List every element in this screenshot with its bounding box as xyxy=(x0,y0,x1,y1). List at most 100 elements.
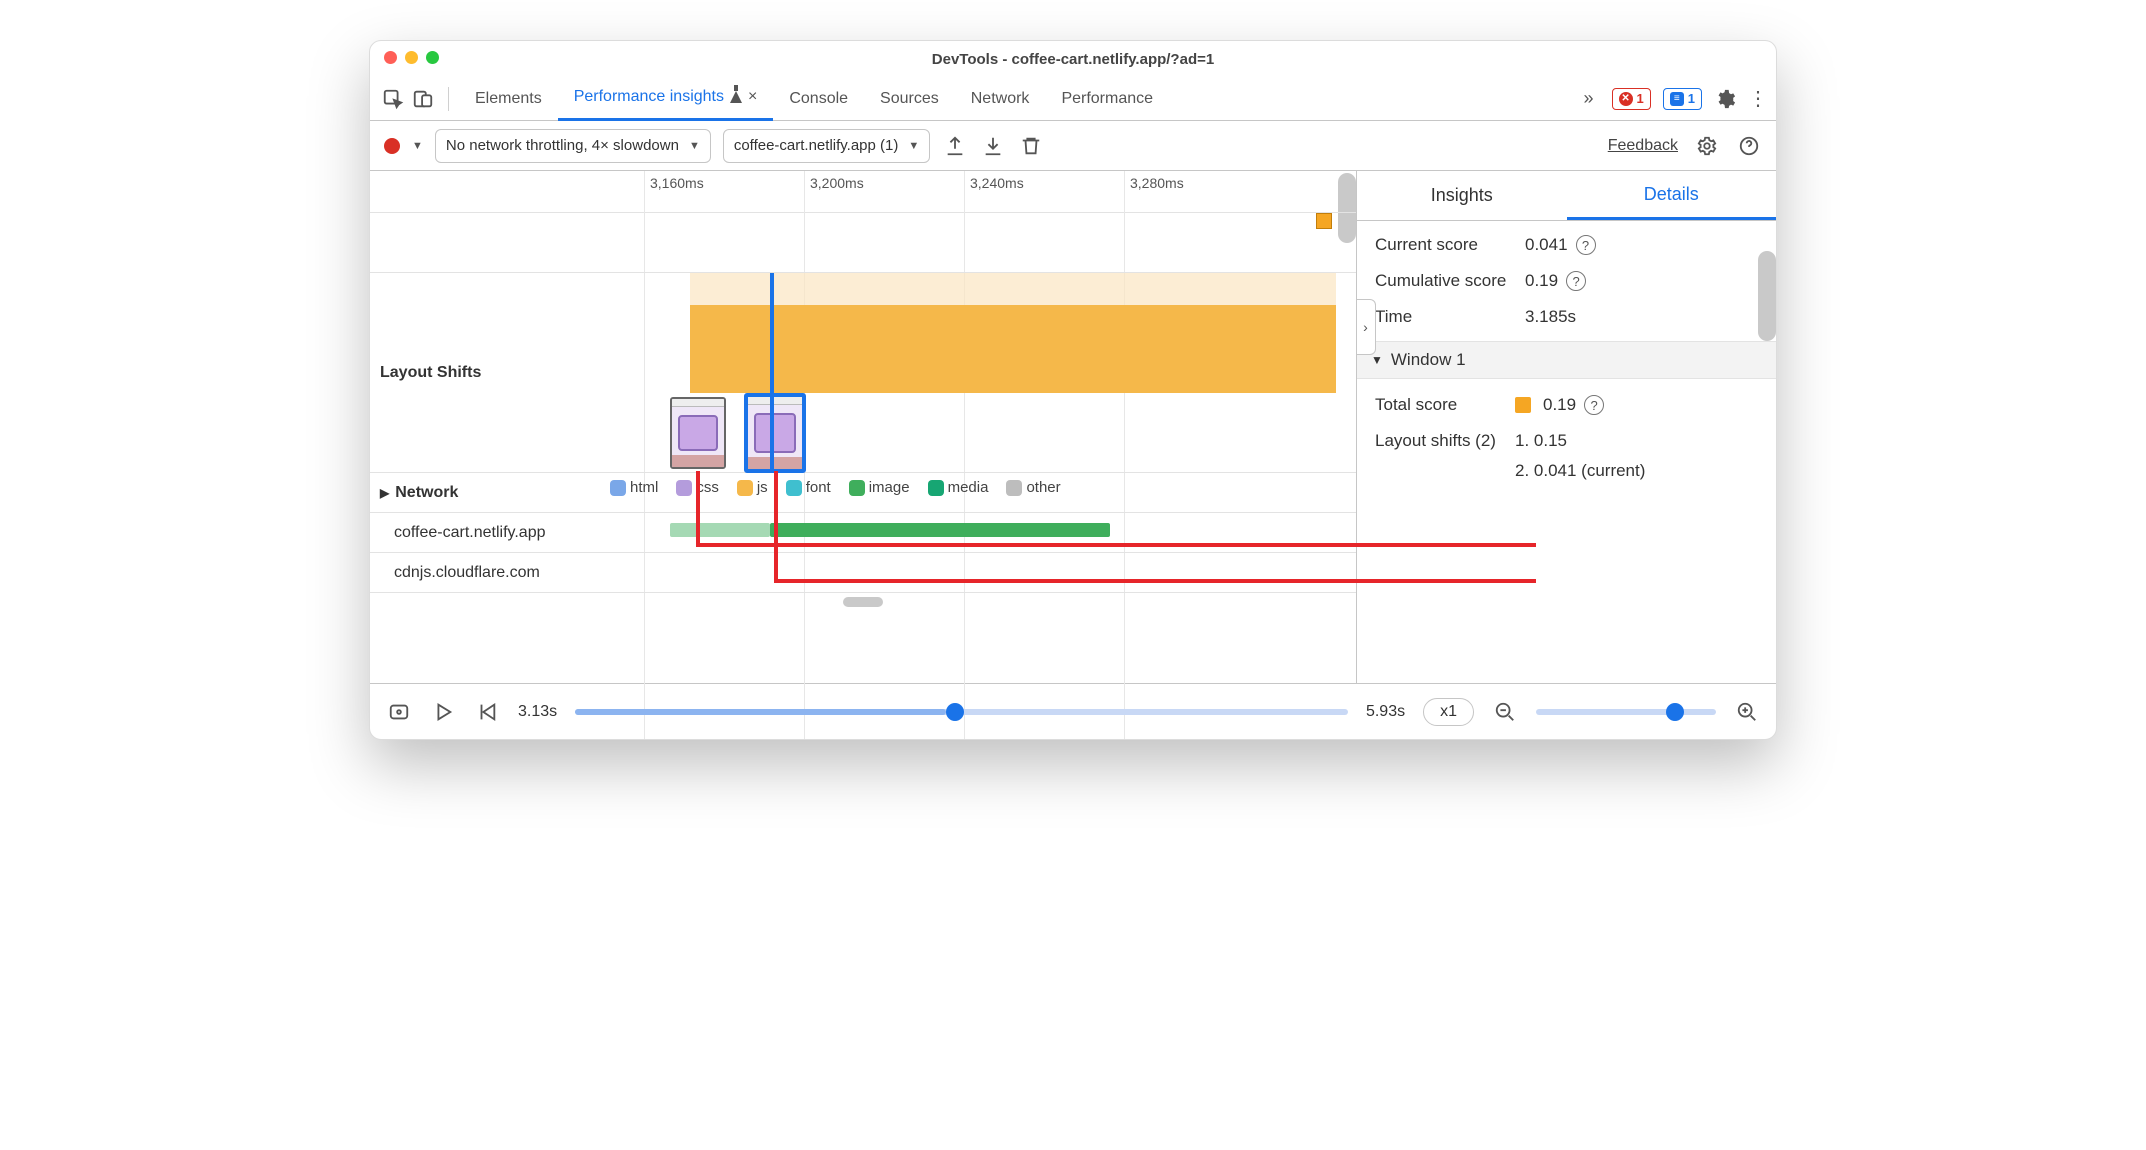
zoom-in-icon[interactable] xyxy=(1734,699,1760,725)
close-window-button[interactable] xyxy=(384,51,397,64)
help-icon[interactable] xyxy=(1736,133,1762,159)
annotation-line xyxy=(696,543,1536,547)
errors-badge[interactable]: ✕1 xyxy=(1612,88,1651,110)
more-tabs-icon[interactable]: » xyxy=(1578,88,1600,109)
current-score-value: 0.041 xyxy=(1525,235,1568,255)
legend-swatch-image xyxy=(849,480,865,496)
network-bar[interactable] xyxy=(670,523,770,537)
inspect-element-icon[interactable] xyxy=(378,88,408,110)
playback-end-time: 5.93s xyxy=(1366,703,1405,721)
network-legend: html css js font image media other xyxy=(610,473,1356,502)
tab-insights[interactable]: Insights xyxy=(1357,171,1567,220)
panel-settings-icon[interactable] xyxy=(1694,133,1720,159)
separator xyxy=(448,87,449,111)
window-section-body: Total score 0.19? Layout shifts (2) 1. 0… xyxy=(1357,379,1776,497)
time-value: 3.185s xyxy=(1525,307,1576,327)
delete-icon[interactable] xyxy=(1018,133,1044,159)
legend-swatch-font xyxy=(786,480,802,496)
expand-sidebar-button[interactable]: › xyxy=(1356,299,1376,355)
layout-shifts-track[interactable] xyxy=(610,273,1356,472)
vertical-scrollbar[interactable] xyxy=(1758,251,1776,341)
timeline-pane: 3,160ms 3,200ms 3,240ms 3,280ms Layout S… xyxy=(370,171,1356,683)
expand-icon[interactable]: ▶ xyxy=(380,486,389,500)
annotation-line xyxy=(696,471,700,547)
current-score-label: Current score xyxy=(1375,235,1525,255)
layout-shifts-label: Layout Shifts xyxy=(370,273,610,472)
close-tab-icon[interactable]: × xyxy=(748,88,757,106)
total-score-label: Total score xyxy=(1375,395,1515,415)
cumulative-score-value: 0.19 xyxy=(1525,271,1558,291)
network-header-row: ▶ Network html css js font image media ot… xyxy=(370,473,1356,513)
timeline-row xyxy=(370,213,1356,273)
settings-gear-icon[interactable] xyxy=(1714,88,1736,110)
performance-toolbar: ▼ No network throttling, 4× slowdown▼ co… xyxy=(370,121,1776,171)
record-options-icon[interactable]: ▼ xyxy=(412,140,423,152)
window-controls xyxy=(384,51,439,64)
experiment-icon xyxy=(730,91,742,103)
play-button[interactable] xyxy=(430,699,456,725)
chevron-down-icon: ▼ xyxy=(908,140,919,152)
minimize-window-button[interactable] xyxy=(405,51,418,64)
cumulative-score-label: Cumulative score xyxy=(1375,271,1525,291)
kebab-menu-icon[interactable]: ⋮ xyxy=(1748,86,1768,111)
issues-badge[interactable]: ≡1 xyxy=(1663,88,1702,110)
zoom-out-icon[interactable] xyxy=(1492,699,1518,725)
chevron-down-icon: ▼ xyxy=(689,140,700,152)
annotation-line xyxy=(774,579,1536,583)
tab-details[interactable]: Details xyxy=(1567,171,1777,220)
export-icon[interactable] xyxy=(942,133,968,159)
layout-shifts-row: Layout Shifts xyxy=(370,273,1356,473)
window-section-header[interactable]: ▼ Window 1 xyxy=(1357,341,1776,379)
playback-speed[interactable]: x1 xyxy=(1423,698,1474,726)
tab-performance[interactable]: Performance xyxy=(1045,77,1169,121)
playback-start-time: 3.13s xyxy=(518,703,557,721)
legend-swatch-html xyxy=(610,480,626,496)
cls-window-band xyxy=(690,273,1336,393)
time-ruler[interactable]: 3,160ms 3,200ms 3,240ms 3,280ms xyxy=(370,171,1356,213)
network-request-row[interactable]: cdnjs.cloudflare.com xyxy=(370,553,1356,593)
details-tabs: Insights Details xyxy=(1357,171,1776,221)
devtools-tabbar: Elements Performance insights × Console … xyxy=(370,77,1776,121)
import-icon[interactable] xyxy=(980,133,1006,159)
network-request-row[interactable]: coffee-cart.netlify.app xyxy=(370,513,1356,553)
network-bar[interactable] xyxy=(770,523,1110,537)
legend-swatch-media xyxy=(928,480,944,496)
chevron-down-icon: ▼ xyxy=(1371,353,1383,367)
titlebar: DevTools - coffee-cart.netlify.app/?ad=1 xyxy=(370,41,1776,77)
network-host: coffee-cart.netlify.app xyxy=(370,513,610,552)
network-host: cdnjs.cloudflare.com xyxy=(370,553,610,592)
preview-icon[interactable] xyxy=(386,699,412,725)
record-button[interactable] xyxy=(384,138,400,154)
layout-shift-item[interactable]: 2. 0.041 (current) xyxy=(1515,461,1645,481)
skip-back-button[interactable] xyxy=(474,699,500,725)
window-title: DevTools - coffee-cart.netlify.app/?ad=1 xyxy=(932,51,1214,68)
device-toolbar-icon[interactable] xyxy=(408,88,438,110)
feedback-link[interactable]: Feedback xyxy=(1608,137,1678,155)
playback-footer: 3.13s 5.93s x1 xyxy=(370,683,1776,739)
legend-swatch-other xyxy=(1006,480,1022,496)
horizontal-scrollbar[interactable] xyxy=(370,593,1356,611)
throttling-select[interactable]: No network throttling, 4× slowdown▼ xyxy=(435,129,711,163)
total-score-value: 0.19 xyxy=(1543,395,1576,415)
zoom-slider[interactable] xyxy=(1536,709,1716,715)
time-label: Time xyxy=(1375,307,1525,327)
layout-shifts-count-label: Layout shifts (2) xyxy=(1375,431,1515,451)
recording-select[interactable]: coffee-cart.netlify.app (1)▼ xyxy=(723,129,930,163)
help-icon[interactable]: ? xyxy=(1584,395,1604,415)
layout-shift-item[interactable]: 1. 0.15 xyxy=(1515,431,1567,451)
layout-shift-thumbnail[interactable] xyxy=(670,397,726,469)
tab-performance-insights[interactable]: Performance insights × xyxy=(558,77,774,121)
tab-console[interactable]: Console xyxy=(773,77,864,121)
tab-sources[interactable]: Sources xyxy=(864,77,955,121)
tab-elements[interactable]: Elements xyxy=(459,77,558,121)
help-icon[interactable]: ? xyxy=(1566,271,1586,291)
ruler-track: 3,160ms 3,200ms 3,240ms 3,280ms xyxy=(610,171,1356,212)
cls-color-swatch xyxy=(1515,397,1531,413)
playback-slider[interactable] xyxy=(575,709,1348,715)
help-icon[interactable]: ? xyxy=(1576,235,1596,255)
playhead-marker[interactable] xyxy=(770,273,774,473)
tab-network[interactable]: Network xyxy=(955,77,1046,121)
zoom-window-button[interactable] xyxy=(426,51,439,64)
layout-shift-thumbnail-selected[interactable] xyxy=(744,393,806,473)
network-label: Network xyxy=(395,484,458,502)
